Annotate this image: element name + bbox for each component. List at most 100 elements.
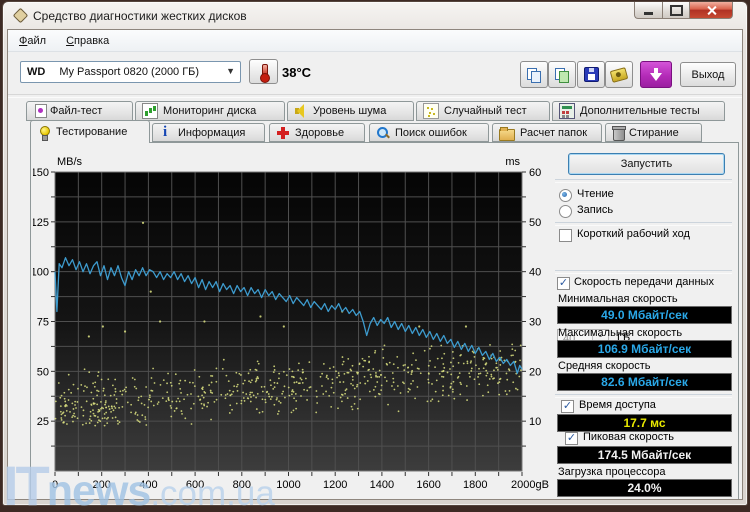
temperature-value: 38°C <box>282 65 312 80</box>
svg-text:ms: ms <box>505 156 520 168</box>
tab-info[interactable]: Информация <box>152 123 265 142</box>
separator <box>555 394 732 398</box>
svg-text:50: 50 <box>529 217 541 229</box>
random-test-icon <box>423 103 439 119</box>
transfer-checkbox[interactable]: ✓ <box>557 277 570 290</box>
svg-text:0: 0 <box>52 479 58 491</box>
write-radio[interactable] <box>559 205 572 218</box>
svg-text:10: 10 <box>529 416 541 428</box>
tab-error-scan[interactable]: Поиск ошибок <box>369 123 489 142</box>
burst-label: Пиковая скорость <box>583 431 675 443</box>
info-icon <box>159 124 173 141</box>
max-speed-value: 106.9 Мбайт/сек <box>557 340 732 358</box>
svg-text:200: 200 <box>93 479 111 491</box>
svg-text:MB/s: MB/s <box>57 156 83 168</box>
svg-text:75: 75 <box>37 317 49 329</box>
min-speed-value: 49.0 Мбайт/сек <box>557 306 732 324</box>
temperature-button[interactable] <box>249 59 278 84</box>
client-area: Файл Справка WD My Passport 0820 (2000 Г… <box>7 29 743 500</box>
close-button[interactable] <box>689 2 733 19</box>
title-bar[interactable]: Средство диагностики жестких дисков <box>3 2 747 29</box>
disk-monitor-icon <box>142 103 158 119</box>
svg-text:1400: 1400 <box>370 479 394 491</box>
avg-speed-label: Средняя скорость <box>558 360 651 372</box>
min-speed-label: Минимальная скорость <box>558 293 678 305</box>
tab-benchmark[interactable]: Тестирование <box>30 120 150 143</box>
access-time-value: 17.7 мс <box>557 414 732 432</box>
chevron-down-icon: ▼ <box>226 66 235 76</box>
drive-name: My Passport 0820 (2000 ГБ) <box>59 66 200 78</box>
tab-health[interactable]: Здоровье <box>269 123 365 142</box>
svg-text:20: 20 <box>529 366 541 378</box>
drive-select[interactable]: WD My Passport 0820 (2000 ГБ) ▼ <box>20 61 241 83</box>
tab-disk-monitor[interactable]: Мониторинг диска <box>135 101 285 121</box>
svg-text:40: 40 <box>529 267 541 279</box>
svg-text:150: 150 <box>33 167 49 179</box>
thermometer-icon <box>259 64 270 83</box>
screenshot-root: Средство диагностики жестких дисков Файл… <box>0 0 750 512</box>
save-icon <box>583 67 599 82</box>
svg-text:800: 800 <box>233 479 251 491</box>
avg-speed-value: 82.6 Мбайт/сек <box>557 373 732 391</box>
maximize-icon <box>669 4 683 16</box>
burst-value: 174.5 Мбайт/сек <box>557 446 732 464</box>
max-speed-label: Максимальная скорость <box>558 327 683 339</box>
access-time-label: Время доступа <box>579 399 656 411</box>
download-icon <box>650 67 662 82</box>
download-button[interactable] <box>640 61 672 88</box>
app-icon <box>12 7 29 24</box>
copy-image-icon <box>555 67 569 83</box>
menu-file[interactable]: Файл <box>10 32 55 50</box>
read-radio[interactable] <box>559 189 572 202</box>
short-stroke-checkbox[interactable] <box>559 229 572 242</box>
extra-tests-icon <box>559 103 575 119</box>
svg-text:100: 100 <box>33 267 49 279</box>
bulb-icon <box>37 125 51 141</box>
screenshot-button[interactable] <box>605 61 633 88</box>
tab-folder-usage[interactable]: Расчет папок <box>492 123 602 142</box>
file-test-icon <box>35 104 47 118</box>
tab-erase[interactable]: Стирание <box>605 123 702 142</box>
separator <box>555 270 732 274</box>
separator <box>555 222 732 226</box>
maximize-button[interactable] <box>662 2 689 19</box>
copy-image-button[interactable] <box>548 61 576 88</box>
run-button[interactable]: Запустить <box>568 153 725 175</box>
tab-file-test[interactable]: Файл-тест <box>26 101 133 121</box>
svg-text:1000: 1000 <box>276 479 300 491</box>
close-icon <box>706 5 717 16</box>
access-time-checkbox[interactable]: ✓ <box>561 400 574 413</box>
health-cross-icon <box>276 126 290 140</box>
window-title: Средство диагностики жестких дисков <box>33 9 247 23</box>
burst-checkbox[interactable]: ✓ <box>565 432 578 445</box>
magnifier-icon <box>376 126 390 140</box>
minimize-icon <box>644 11 653 15</box>
screenshot-icon <box>609 66 629 83</box>
tab-noise-level[interactable]: Уровень шума <box>287 101 414 121</box>
svg-text:1200: 1200 <box>323 479 347 491</box>
benchmark-chart: 1501251007550256050403020100200400600800… <box>33 156 549 491</box>
transfer-label: Скорость передачи данных <box>574 276 714 288</box>
svg-text:2000gB: 2000gB <box>511 479 549 491</box>
read-radio-label: Чтение <box>577 188 614 200</box>
drive-vendor: WD <box>27 66 46 78</box>
cpu-label: Загрузка процессора <box>558 466 666 478</box>
svg-text:1800: 1800 <box>463 479 487 491</box>
menu-help[interactable]: Справка <box>57 32 118 50</box>
write-radio-label: Запись <box>577 204 614 216</box>
benchmark-page: 1501251007550256050403020100200400600800… <box>30 142 739 499</box>
tab-extra-tests[interactable]: Дополнительные тесты <box>552 101 725 121</box>
exit-button[interactable]: Выход <box>680 62 736 87</box>
svg-text:600: 600 <box>186 479 204 491</box>
minimize-button[interactable] <box>634 2 662 19</box>
toolbar-separator <box>8 94 742 98</box>
svg-text:1600: 1600 <box>416 479 440 491</box>
svg-text:400: 400 <box>139 479 157 491</box>
save-button[interactable] <box>577 61 605 88</box>
copy-text-icon <box>527 67 541 83</box>
tab-random-test[interactable]: Случайный тест <box>416 101 550 121</box>
app-window: Средство диагностики жестких дисков Файл… <box>2 1 748 506</box>
copy-text-button[interactable] <box>520 61 548 88</box>
trash-icon <box>612 126 626 141</box>
short-stroke-label: Короткий рабочий ход <box>577 228 690 240</box>
